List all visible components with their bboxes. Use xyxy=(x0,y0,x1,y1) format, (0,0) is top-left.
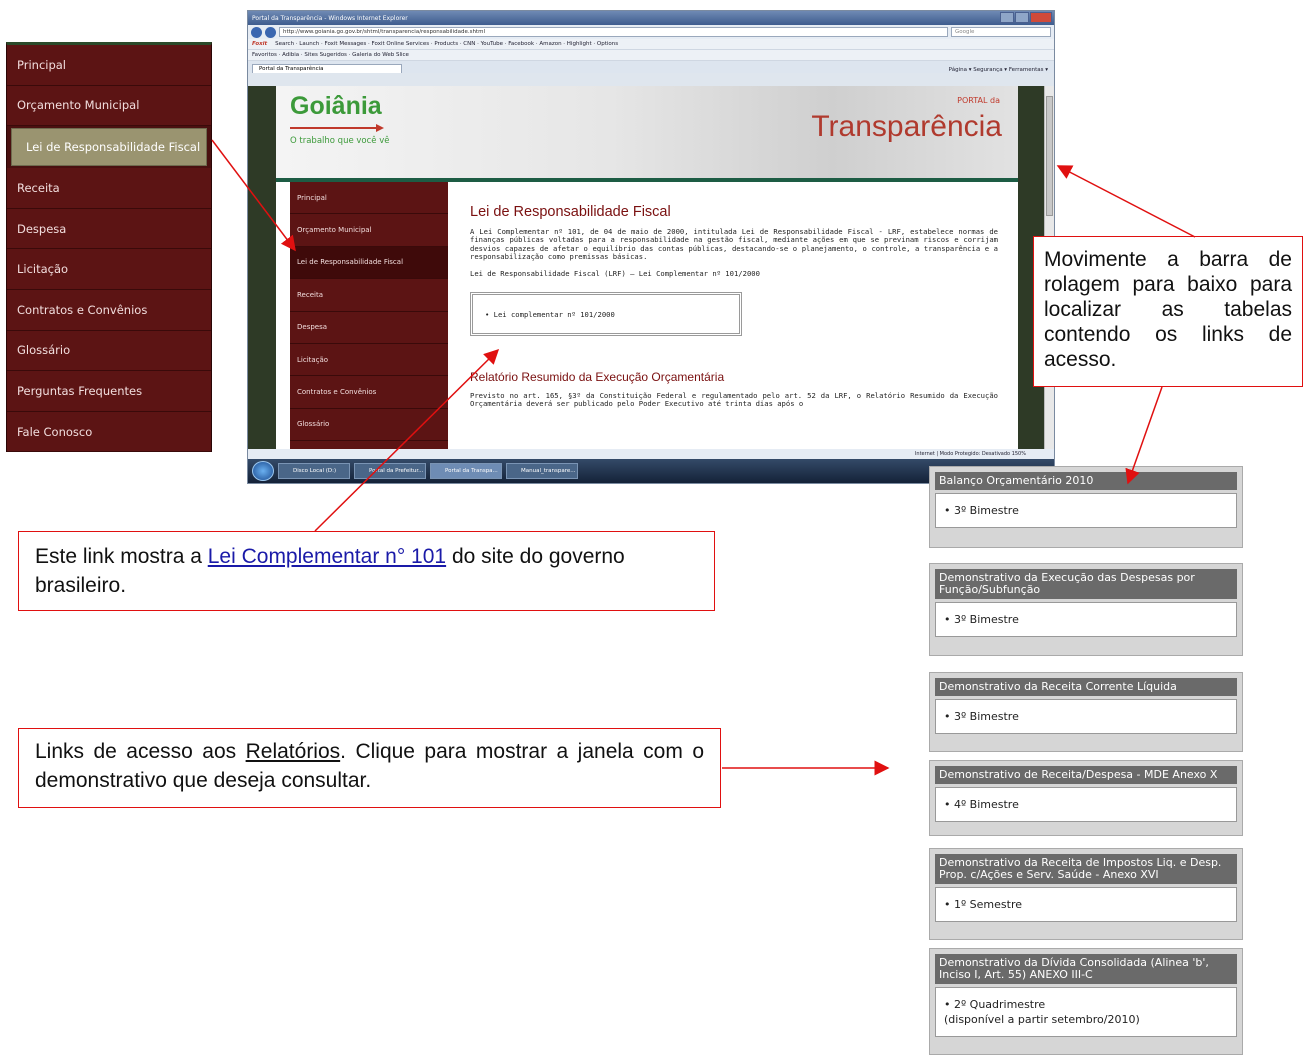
status-bar: Internet | Modo Protegido: Desativado 15… xyxy=(248,449,1054,459)
scrollbar-thumb[interactable] xyxy=(1046,96,1053,216)
report-body: • 2º Quadrimestre (disponível a partir s… xyxy=(935,987,1237,1037)
window-controls xyxy=(1000,12,1052,23)
lrf-subtitle: Lei de Responsabilidade Fiscal (LRF) – L… xyxy=(470,268,760,278)
address-bar[interactable]: http://www.goiania.go.gov.br/shtml/trans… xyxy=(279,27,948,37)
logo-arrow-icon xyxy=(290,124,384,132)
site-menu-licitacao[interactable]: Licitação xyxy=(290,344,448,377)
report-title: Balanço Orçamentário 2010 xyxy=(935,472,1237,490)
report-title: Demonstrativo da Execução das Despesas p… xyxy=(935,569,1237,599)
page-title: Lei de Responsabilidade Fiscal xyxy=(470,204,671,220)
zoomed-menu: Principal Orçamento Municipal Lei de Res… xyxy=(6,42,212,453)
report-title: Demonstrativo de Receita/Despesa - MDE A… xyxy=(935,766,1237,784)
arrow-callout-to-scrollbar xyxy=(1056,165,1196,238)
report-body: • 3º Bimestre xyxy=(935,602,1237,637)
report-body: • 1º Semestre xyxy=(935,887,1237,922)
site-menu-receita[interactable]: Receita xyxy=(290,279,448,312)
report-link[interactable]: • 3º Bimestre xyxy=(944,710,1019,723)
portal-label: PORTAL da xyxy=(957,96,1000,105)
report-body: • 3º Bimestre xyxy=(935,699,1237,734)
taskbar-item[interactable]: Portal da Transpa... xyxy=(430,463,502,479)
site-menu-despesa[interactable]: Despesa xyxy=(290,312,448,344)
back-icon[interactable] xyxy=(251,26,262,38)
menu-item-fale-conosco[interactable]: Fale Conosco xyxy=(7,411,211,453)
tab-row: Portal da Transparência Página ▾ Seguran… xyxy=(248,61,1054,73)
start-button[interactable] xyxy=(252,461,274,481)
links-callout-relatorios: Relatórios xyxy=(245,740,341,763)
report-link[interactable]: • 1º Semestre xyxy=(944,898,1022,911)
report-link[interactable]: • 3º Bimestre xyxy=(944,504,1019,517)
site-tagline: O trabalho que você vê xyxy=(290,136,390,146)
report-panel: Demonstrativo da Receita Corrente Líquid… xyxy=(929,672,1243,752)
close-icon[interactable] xyxy=(1030,12,1052,23)
minimize-icon[interactable] xyxy=(1000,12,1014,23)
site-menu-orcamento[interactable]: Orçamento Municipal xyxy=(290,214,448,247)
favorites-items[interactable]: Favoritos · Adibia · Sites Sugeridos · G… xyxy=(252,52,409,58)
site-menu-lrf[interactable]: Lei de Responsabilidade Fiscal xyxy=(290,246,448,280)
scroll-callout: Movimente a barra de rolagem para baixo … xyxy=(1033,236,1303,387)
report-note: (disponível a partir setembro/2010) xyxy=(944,1013,1140,1026)
menu-item-glossario[interactable]: Glossário xyxy=(7,330,211,372)
lei-callout-text-before: Este link mostra a xyxy=(35,545,208,568)
taskbar-item[interactable]: Manual_transpare... xyxy=(506,463,578,479)
menu-item-orcamento[interactable]: Orçamento Municipal xyxy=(7,85,211,127)
menu-item-contratos[interactable]: Contratos e Convênios xyxy=(7,289,211,331)
report-title: Demonstrativo da Receita de Impostos Liq… xyxy=(935,854,1237,884)
menu-item-receita[interactable]: Receita xyxy=(7,168,211,209)
report-title: Demonstrativo da Dívida Consolidada (Ali… xyxy=(935,954,1237,984)
window-title: Portal da Transparência - Windows Intern… xyxy=(252,14,408,22)
foxit-logo: Foxit xyxy=(252,41,268,47)
scroll-callout-text: Movimente a barra de rolagem para baixo … xyxy=(1044,248,1292,371)
address-bar-row: http://www.goiania.go.gov.br/shtml/trans… xyxy=(248,25,1054,39)
menu-item-principal[interactable]: Principal xyxy=(7,45,211,86)
maximize-icon[interactable] xyxy=(1015,12,1029,23)
lei-callout: Este link mostra a Lei Complementar n° 1… xyxy=(18,531,715,611)
report-panel: Demonstrativo de Receita/Despesa - MDE A… xyxy=(929,760,1243,836)
report-panel: Demonstrativo da Dívida Consolidada (Ali… xyxy=(929,948,1243,1055)
report-panel: Demonstrativo da Receita de Impostos Liq… xyxy=(929,848,1243,940)
rreo-description: Previsto no art. 165, §3º da Constituiçã… xyxy=(470,391,998,409)
search-input[interactable]: Google xyxy=(951,27,1051,37)
report-body: • 4º Bimestre xyxy=(935,787,1237,822)
rreo-title: Relatório Resumido da Execução Orçamentá… xyxy=(470,370,725,385)
toolbar-items[interactable]: Search · Launch · Foxit Messages · Foxit… xyxy=(275,41,618,47)
report-panel: Demonstrativo da Execução das Despesas p… xyxy=(929,563,1243,656)
site-menu: Principal Orçamento Municipal Lei de Res… xyxy=(290,182,448,474)
tab-portal[interactable]: Portal da Transparência xyxy=(252,64,402,73)
lrf-description: A Lei Complementar nº 101, de 04 de maio… xyxy=(470,227,998,262)
page-viewport: Goiânia O trabalho que você vê PORTAL da… xyxy=(248,86,1054,474)
report-link[interactable]: • 2º Quadrimestre xyxy=(944,997,1228,1012)
report-body: • 3º Bimestre xyxy=(935,493,1237,528)
menu-item-licitacao[interactable]: Licitação xyxy=(7,249,211,290)
report-title: Demonstrativo da Receita Corrente Líquid… xyxy=(935,678,1237,696)
lei-callout-link[interactable]: Lei Complementar n° 101 xyxy=(208,545,446,568)
forward-icon[interactable] xyxy=(265,26,276,38)
lei-complementar-link[interactable]: • Lei complementar nº 101/2000 xyxy=(485,310,615,319)
taskbar-item[interactable]: Disco Local (D:) xyxy=(278,463,350,479)
goiania-logo[interactable]: Goiânia xyxy=(290,92,382,121)
links-callout-text-before: Links de acesso aos xyxy=(35,740,246,763)
main-content: Lei de Responsabilidade Fiscal A Lei Com… xyxy=(470,204,998,409)
menu-item-perguntas[interactable]: Perguntas Frequentes xyxy=(7,371,211,412)
report-link[interactable]: • 3º Bimestre xyxy=(944,613,1019,626)
site-menu-glossario[interactable]: Glossário xyxy=(290,409,448,442)
transparencia-title: Transparência xyxy=(811,110,1002,143)
site-menu-principal[interactable]: Principal xyxy=(290,182,448,215)
web-page: Goiânia O trabalho que você vê PORTAL da… xyxy=(276,86,1018,474)
favorites-bar: Favoritos · Adibia · Sites Sugeridos · G… xyxy=(248,50,1054,61)
taskbar-item[interactable]: Portal da Prefeitur... xyxy=(354,463,426,479)
command-bar[interactable]: Página ▾ Segurança ▾ Ferramentas ▾ xyxy=(949,67,1054,73)
browser-window: Portal da Transparência - Windows Intern… xyxy=(247,10,1055,484)
lei-link-box: • Lei complementar nº 101/2000 xyxy=(470,292,742,337)
links-callout: Links de acesso aos Relatórios. Clique p… xyxy=(18,728,721,808)
site-menu-contratos[interactable]: Contratos e Convênios xyxy=(290,376,448,409)
menu-item-lrf[interactable]: Lei de Responsabilidade Fiscal xyxy=(11,128,207,167)
menu-item-despesa[interactable]: Despesa xyxy=(7,208,211,250)
report-link[interactable]: • 4º Bimestre xyxy=(944,798,1019,811)
site-header: Goiânia O trabalho que você vê PORTAL da… xyxy=(276,86,1018,182)
report-panel: Balanço Orçamentário 2010 • 3º Bimestre xyxy=(929,466,1243,548)
window-titlebar: Portal da Transparência - Windows Intern… xyxy=(248,11,1054,25)
foxit-toolbar: Foxit Search · Launch · Foxit Messages ·… xyxy=(248,39,1054,50)
